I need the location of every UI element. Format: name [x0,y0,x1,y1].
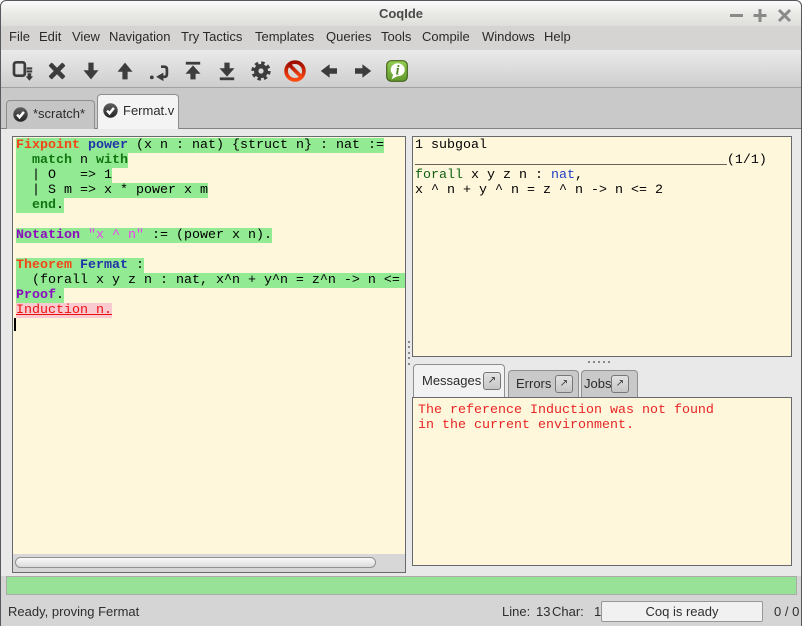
svg-text:i: i [396,64,400,79]
